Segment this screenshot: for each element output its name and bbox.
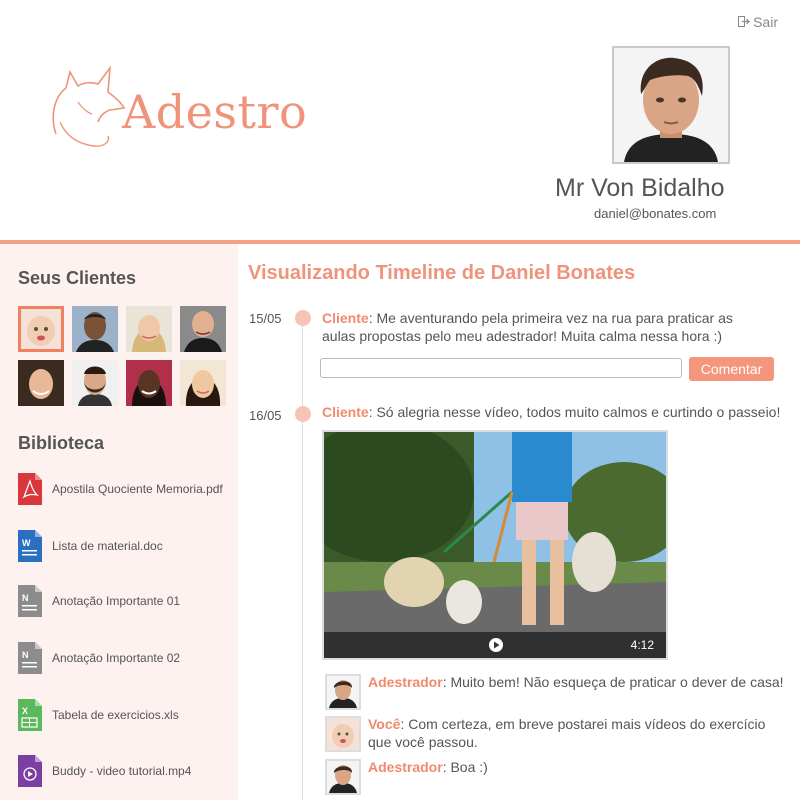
post-text: Cliente: Me aventurando pela primeira ve… <box>322 309 762 345</box>
reply-author[interactable]: Adestrador <box>368 674 443 690</box>
svg-text:X: X <box>22 706 28 716</box>
client-avatar-4[interactable] <box>180 306 226 352</box>
sidebar: Seus Clientes Biblioteca Apostila Quocie… <box>0 244 238 800</box>
video-player[interactable]: 4:12 <box>322 430 668 660</box>
video-duration: 4:12 <box>630 638 654 652</box>
library-item-mp4[interactable]: Buddy - video tutorial.mp4 <box>18 755 191 787</box>
fox-logo-icon <box>52 65 126 147</box>
logout-label: Sair <box>753 14 778 30</box>
library-item-doc[interactable]: W Lista de material.doc <box>18 530 163 562</box>
post-message: : Me aventurando pela primeira vez na ru… <box>322 310 733 344</box>
timeline-dot <box>295 310 311 326</box>
library-item-label: Lista de material.doc <box>52 539 163 553</box>
logout-icon <box>738 14 750 30</box>
user-name: Mr Von Bidalho <box>555 174 725 202</box>
timeline-dot <box>295 406 311 422</box>
reply-text: Você: Com certeza, em breve postarei mai… <box>368 715 778 751</box>
note-file-icon: N <box>18 642 42 674</box>
library-item-xls[interactable]: X Tabela de exercicios.xls <box>18 699 179 731</box>
library-item-note-1[interactable]: N Anotação Importante 01 <box>18 585 180 617</box>
timeline-line <box>302 310 303 800</box>
reply-text: Adestrador: Muito bem! Não esqueça de pr… <box>368 673 788 691</box>
reply-author[interactable]: Você <box>368 716 400 732</box>
library-item-label: Buddy - video tutorial.mp4 <box>52 764 192 778</box>
comment-input[interactable] <box>320 358 682 378</box>
post-author[interactable]: Cliente <box>322 404 369 420</box>
avatar-portrait <box>614 48 728 162</box>
library-item-pdf[interactable]: Apostila Quociente Memoria.pdf <box>18 473 223 505</box>
word-file-icon: W <box>18 530 42 562</box>
post-date: 15/05 <box>249 311 282 326</box>
video-controls: 4:12 <box>324 632 666 658</box>
comment-button[interactable]: Comentar <box>689 357 774 381</box>
profile-photo <box>612 46 730 164</box>
client-avatar-8[interactable] <box>180 360 226 406</box>
client-avatar-7[interactable] <box>126 360 172 406</box>
post-text: Cliente: Só alegria nesse vídeo, todos m… <box>322 403 792 421</box>
logo-text: Adestro <box>122 85 308 139</box>
library-item-label: Anotação Importante 02 <box>52 651 181 665</box>
user-email: daniel@bonates.com <box>594 206 717 221</box>
reply-message: : Com certeza, em breve postarei mais ví… <box>368 716 766 750</box>
header: Sair Adestro Mr Von Bidalho daniel@bonat… <box>0 0 800 240</box>
page-title: Visualizando Timeline de Daniel Bonates <box>248 262 636 284</box>
pdf-file-icon <box>18 473 42 505</box>
logout-link[interactable]: Sair <box>738 14 778 30</box>
play-icon[interactable] <box>488 637 504 658</box>
excel-file-icon: X <box>18 699 42 731</box>
avatar <box>325 759 361 795</box>
library-item-label: Tabela de exercicios.xls <box>52 708 179 722</box>
post-author[interactable]: Cliente <box>322 310 369 326</box>
library-title: Biblioteca <box>18 433 105 453</box>
clients-title: Seus Clientes <box>18 268 137 288</box>
client-avatar-6[interactable] <box>72 360 118 406</box>
client-avatar-5[interactable] <box>18 360 64 406</box>
client-avatar-1[interactable] <box>18 306 64 352</box>
reply-message: : Boa :) <box>442 759 488 775</box>
video-file-icon <box>18 755 42 787</box>
reply-message: : Muito bem! Não esqueça de praticar o d… <box>442 674 784 690</box>
reply-text: Adestrador: Boa :) <box>368 758 778 776</box>
video-thumbnail <box>324 432 666 658</box>
library-item-note-2[interactable]: N Anotação Importante 02 <box>18 642 180 674</box>
post-message: : Só alegria nesse vídeo, todos muito ca… <box>368 404 781 420</box>
post-date: 16/05 <box>249 408 282 423</box>
svg-text:N: N <box>22 650 29 660</box>
avatar <box>325 716 361 752</box>
client-avatar-3[interactable] <box>126 306 172 352</box>
library-item-label: Anotação Importante 01 <box>52 594 181 608</box>
library-item-label: Apostila Quociente Memoria.pdf <box>52 482 223 496</box>
client-avatar-2[interactable] <box>72 306 118 352</box>
reply-author[interactable]: Adestrador <box>368 759 443 775</box>
note-file-icon: N <box>18 585 42 617</box>
svg-text:N: N <box>22 593 29 603</box>
avatar <box>325 674 361 710</box>
svg-text:W: W <box>22 538 31 548</box>
